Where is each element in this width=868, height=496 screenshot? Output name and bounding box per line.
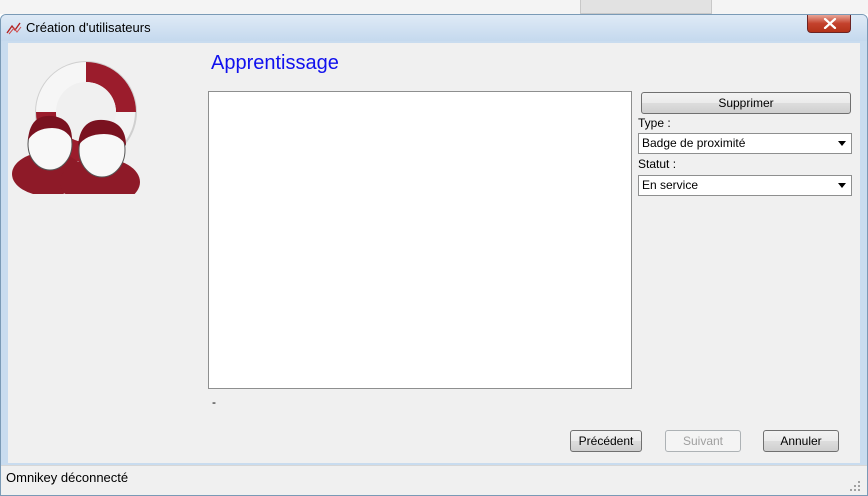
resize-grip-icon[interactable]	[849, 480, 861, 492]
background-strip	[0, 0, 868, 14]
statut-select-value: En service	[642, 178, 699, 192]
cancel-button[interactable]: Annuler	[763, 430, 839, 452]
lifebuoy-users-logo	[12, 61, 140, 194]
close-button[interactable]	[807, 15, 851, 33]
status-bar: Omnikey déconnecté	[1, 465, 867, 495]
chevron-down-icon	[838, 141, 846, 146]
learning-list[interactable]	[208, 91, 632, 389]
type-select-value: Badge de proximité	[642, 136, 746, 150]
dialog-window: Création d'utilisateurs Apprentissage - …	[0, 14, 868, 496]
statut-select[interactable]: En service	[638, 175, 852, 196]
background-fragment	[580, 0, 712, 14]
dialog-content: Apprentissage - Supprimer Type : Badge d…	[8, 43, 860, 463]
title-bar: Création d'utilisateurs	[1, 15, 867, 41]
type-select[interactable]: Badge de proximité	[638, 133, 852, 154]
chevron-down-icon	[838, 183, 846, 188]
previous-button[interactable]: Précédent	[570, 430, 642, 452]
close-icon	[823, 18, 837, 29]
users-icon	[6, 22, 22, 35]
info-text: -	[212, 395, 216, 409]
delete-button[interactable]: Supprimer	[641, 92, 851, 114]
statut-label: Statut :	[638, 157, 677, 171]
window-title: Création d'utilisateurs	[26, 20, 151, 35]
type-label: Type :	[638, 116, 671, 130]
page-title: Apprentissage	[211, 52, 339, 74]
status-text: Omnikey déconnecté	[6, 470, 129, 485]
next-button[interactable]: Suivant	[665, 430, 741, 452]
